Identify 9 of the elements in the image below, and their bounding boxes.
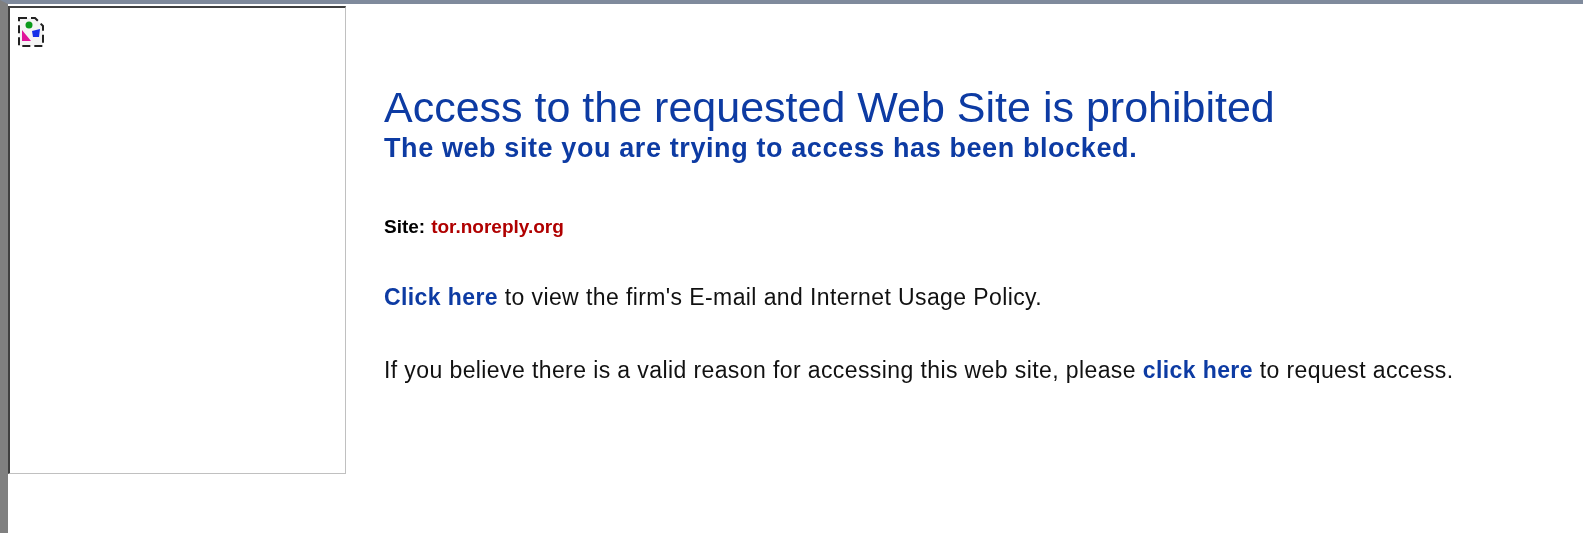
info-sentence: If you believe there is a valid reason for accessing this web site, please click here to request access. [384,357,1454,384]
page-subtitle: The web site you are trying to access has been blocked. [384,132,1139,164]
page-title: Access to the requested Web Site is prohibited [384,82,1276,132]
site-label: Site: [384,216,426,238]
site-value: tor.noreply.org [431,216,564,238]
click-here-link[interactable]: Click here [384,284,498,310]
broken-image-icon [17,16,47,48]
info-sentence: Click here to view the firm's E-mail and Internet Usage Policy. [384,284,1044,311]
click-here-link[interactable]: click here [1142,357,1253,383]
